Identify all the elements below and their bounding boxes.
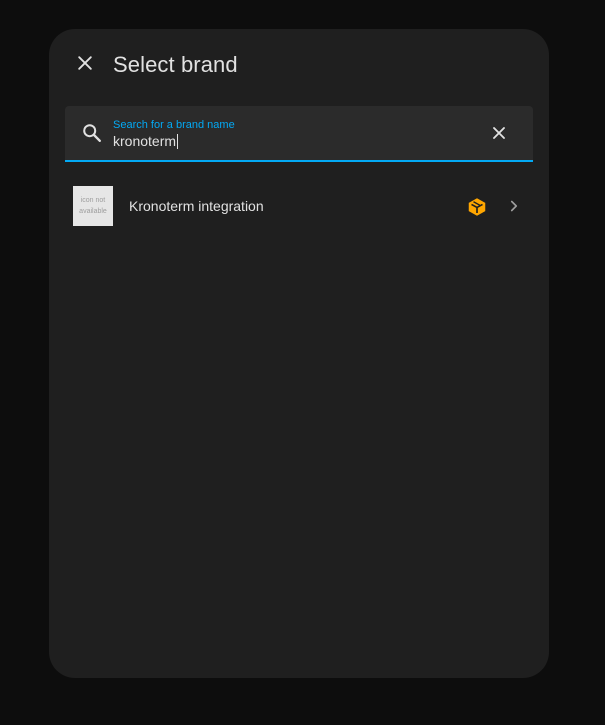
brand-image-placeholder: icon not available — [73, 186, 113, 226]
search-icon — [83, 124, 101, 142]
clear-search-button[interactable] — [489, 123, 509, 143]
close-icon — [78, 56, 92, 70]
brand-name: Kronoterm integration — [129, 198, 264, 214]
placeholder-text-line1: icon not — [80, 197, 106, 204]
search-input-value: kronoterm — [113, 133, 177, 149]
list-item[interactable]: icon not available Kronoterm integration — [65, 174, 533, 238]
custom-integration-icon — [468, 198, 486, 216]
placeholder-text-line2: available — [79, 208, 107, 215]
search-label: Search for a brand name — [113, 119, 235, 131]
select-brand-dialog: Select brand Search for a brand name kro… — [49, 29, 549, 678]
close-button[interactable] — [69, 47, 101, 79]
brand-search-field[interactable]: Search for a brand name kronoterm — [65, 106, 533, 162]
text-caret — [177, 133, 179, 149]
dialog-header: Select brand — [49, 29, 549, 101]
search-input[interactable]: kronoterm — [113, 133, 179, 149]
chevron-right-icon — [510, 200, 518, 212]
dialog-title: Select brand — [113, 52, 238, 77]
